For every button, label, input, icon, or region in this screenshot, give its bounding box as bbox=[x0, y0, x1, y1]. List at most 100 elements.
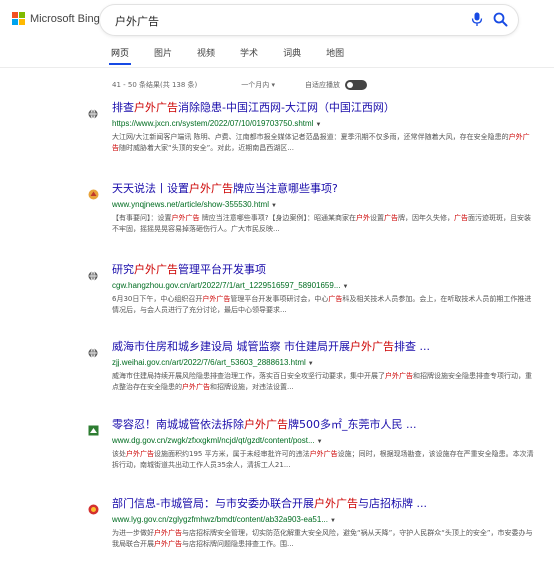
result-snippet: 该处户外广告设施面积约195 平方米，属于未经审批许可的违法户外广告设施；同时，… bbox=[112, 449, 534, 471]
title-text: 研究 bbox=[112, 263, 134, 276]
result-url[interactable]: www.dg.gov.cn/zwgk/zfxxgkml/ncjd/qt/gzdt… bbox=[112, 436, 534, 445]
snippet-text: 设施面积约195 平方米，属于未经审批许可的违法 bbox=[154, 450, 310, 458]
snippet-highlight: 户外广告 bbox=[154, 540, 182, 548]
result-count: 41 - 50 条结果(共 138 条) bbox=[112, 81, 198, 89]
caret-down-icon[interactable]: ▼ bbox=[342, 284, 348, 290]
snippet-highlight: 户外广告 bbox=[309, 450, 338, 458]
snippet-text: 该处 bbox=[112, 450, 126, 458]
result-url[interactable]: https://www.jxcn.cn/system/2022/07/10/01… bbox=[112, 119, 534, 128]
search-result: 零容忍！南城城管依法拆除户外广告牌500多㎡_东莞市人民 ... www.dg.… bbox=[88, 418, 534, 471]
title-highlight: 户外广告 bbox=[134, 101, 178, 114]
snippet-highlight: 户外广告 bbox=[385, 372, 413, 380]
title-text: 牌应当注意哪些事项? bbox=[233, 182, 338, 195]
results-toolbar: 41 - 50 条结果(共 138 条) 一个月内 ▾ 自适应播放 bbox=[112, 80, 368, 90]
result-title-link[interactable]: 天天说法丨设置户外广告牌应当注意哪些事项? bbox=[112, 182, 534, 196]
url-text: cgw.hangzhou.gov.cn/art/2022/7/1/art_122… bbox=[112, 281, 341, 290]
search-input[interactable]: 户外广告 bbox=[115, 13, 159, 29]
search-box[interactable]: 户外广告 bbox=[100, 5, 518, 35]
title-text: 消除隐患-中国江西网-大江网（中国江西网） bbox=[178, 101, 395, 114]
snippet-text: 牌，因年久失修， bbox=[397, 214, 454, 222]
result-title-link[interactable]: 威海市住房和城乡建设局 城管监察 市住建局开展户外广告排查 ... bbox=[112, 340, 534, 354]
caret-down-icon[interactable]: ▼ bbox=[317, 439, 323, 445]
caret-down-icon[interactable]: ▼ bbox=[330, 518, 336, 524]
result-title-link[interactable]: 零容忍！南城城管依法拆除户外广告牌500多㎡_东莞市人民 ... bbox=[112, 418, 534, 432]
result-url[interactable]: www.ynqjnews.net/article/show-355530.htm… bbox=[112, 200, 534, 209]
title-text: 排查 bbox=[112, 101, 134, 114]
title-text: 威海市住房和城乡建设局 城管监察 市住建局开展 bbox=[112, 340, 350, 353]
search-result: 天天说法丨设置户外广告牌应当注意哪些事项? www.ynqjnews.net/a… bbox=[88, 182, 534, 235]
search-icon[interactable] bbox=[493, 12, 508, 31]
globe-icon bbox=[88, 343, 98, 358]
result-url[interactable]: zjj.weihai.gov.cn/art/2022/7/6/art_53603… bbox=[112, 358, 534, 367]
snippet-text: 管理平台开发事项研讨会，中心 bbox=[230, 295, 329, 303]
microphone-icon[interactable] bbox=[471, 12, 483, 31]
globe-icon bbox=[88, 266, 98, 281]
snippet-highlight: 户外广告 bbox=[126, 450, 154, 458]
title-text: 天天说法丨设置 bbox=[112, 182, 189, 195]
title-text: 管理平台开发事项 bbox=[178, 263, 266, 276]
url-text: https://www.jxcn.cn/system/2022/07/10/01… bbox=[112, 119, 314, 128]
result-snippet: 为进一步做好户外广告与店招标牌安全管理，切实防范化解重大安全风险，避免“祸从天降… bbox=[112, 528, 534, 550]
caret-down-icon[interactable]: ▼ bbox=[271, 203, 277, 209]
snippet-text: 和招牌设施，对违法设置... bbox=[210, 383, 294, 391]
header: Microsoft Bing 户外广告 网页 图片 视频 学术 词典 地图 bbox=[0, 0, 554, 70]
search-result: 部门信息-市城管局：与市安委办联合开展户外广告与店招标牌 ... www.lyg… bbox=[88, 497, 534, 550]
nav-tabs: 网页 图片 视频 学术 词典 地图 bbox=[108, 46, 369, 65]
caret-down-icon[interactable]: ▼ bbox=[315, 122, 321, 128]
snippet-text: 威海市住建局持续开展风险隐患排查治理工作，落实百日安全攻坚行动要求，集中开展了 bbox=[112, 372, 385, 380]
title-text: 牌500多㎡_东莞市人民 ... bbox=[288, 418, 417, 431]
tab-videos[interactable]: 视频 bbox=[197, 46, 215, 65]
site-icon bbox=[88, 421, 99, 436]
result-snippet: 大江网/大江新闻客户端讯 陈明、卢费、江南都市报全媒体记者范晶报道：夏季汛期不仅… bbox=[112, 132, 534, 154]
result-snippet: 6月30日下午，中心组织召开户外广告管理平台开发事项研讨会，中心广告科及相关技术… bbox=[112, 294, 534, 316]
logo-text: Microsoft Bing bbox=[30, 12, 100, 25]
tab-web[interactable]: 网页 bbox=[108, 46, 132, 65]
result-url[interactable]: cgw.hangzhou.gov.cn/art/2022/7/1/art_122… bbox=[112, 281, 534, 290]
snippet-text: 【有事要问】：设置 bbox=[112, 214, 172, 222]
result-title-link[interactable]: 排查户外广告消除隐患-中国江西网-大江网（中国江西网） bbox=[112, 101, 534, 115]
emblem-icon bbox=[88, 500, 99, 515]
tab-maps[interactable]: 地图 bbox=[326, 46, 344, 65]
snippet-text: 与店招标牌问题隐患排查工作。围... bbox=[182, 540, 294, 548]
title-highlight: 户外广告 bbox=[134, 263, 178, 276]
site-icon bbox=[88, 185, 99, 200]
snippet-text: 牌应当注意哪些事项?【身边案例】：昭通某商家在 bbox=[199, 214, 356, 222]
result-title-link[interactable]: 部门信息-市城管局：与市安委办联合开展户外广告与店招标牌 ... bbox=[112, 497, 534, 511]
title-text: 零容忍！南城城管依法拆除 bbox=[112, 418, 244, 431]
caret-down-icon[interactable]: ▼ bbox=[308, 361, 314, 367]
title-highlight: 户外广告 bbox=[244, 418, 288, 431]
autoplay-toggle[interactable] bbox=[345, 80, 368, 90]
snippet-highlight: 广告 bbox=[328, 295, 343, 303]
time-filter-dropdown[interactable]: 一个月内 ▾ bbox=[241, 80, 275, 90]
snippet-highlight: 广告 bbox=[453, 214, 468, 222]
result-url[interactable]: www.lyg.gov.cn/zglygzfmhwz/bmdt/content/… bbox=[112, 515, 534, 524]
url-text: www.ynqjnews.net/article/show-355530.htm… bbox=[112, 200, 269, 209]
result-snippet: 【有事要问】：设置户外广告 牌应当注意哪些事项?【身边案例】：昭通某商家在户外设… bbox=[112, 213, 534, 235]
result-snippet: 威海市住建局持续开展风险隐患排查治理工作，落实百日安全攻坚行动要求，集中开展了户… bbox=[112, 371, 534, 393]
url-text: www.lyg.gov.cn/zglygzfmhwz/bmdt/content/… bbox=[112, 515, 328, 524]
title-text: 部门信息-市城管局：与市安委办联合开展 bbox=[112, 497, 314, 510]
search-result: 研究户外广告管理平台开发事项 cgw.hangzhou.gov.cn/art/2… bbox=[88, 263, 534, 316]
tab-images[interactable]: 图片 bbox=[154, 46, 172, 65]
snippet-highlight: 户外 bbox=[355, 214, 370, 222]
autoplay-label: 自适应播放 bbox=[305, 81, 341, 89]
search-result: 威海市住房和城乡建设局 城管监察 市住建局开展户外广告排查 ... zjj.we… bbox=[88, 340, 534, 393]
title-highlight: 户外广告 bbox=[189, 182, 233, 195]
tab-academic[interactable]: 学术 bbox=[240, 46, 258, 65]
tab-dictionary[interactable]: 词典 bbox=[283, 46, 301, 65]
snippet-text: 6月30日下午，中心组织召开 bbox=[112, 295, 203, 303]
snippet-highlight: 户外广告 bbox=[202, 295, 231, 303]
snippet-highlight: 户外广告 bbox=[154, 529, 182, 537]
header-divider bbox=[0, 67, 554, 68]
snippet-text: 随时威胁着大家“头顶的安全”。对此，近期南昌西湖区... bbox=[119, 144, 294, 152]
result-title-link[interactable]: 研究户外广告管理平台开发事项 bbox=[112, 263, 534, 277]
snippet-text: 大江网/大江新闻客户端讯 陈明、卢费、江南都市报全媒体记者范晶报道：夏季汛期不仅… bbox=[112, 133, 509, 141]
title-text: 排查 ... bbox=[394, 340, 430, 353]
snippet-highlight: 广告 bbox=[383, 214, 398, 222]
bing-logo[interactable]: Microsoft Bing bbox=[12, 12, 100, 25]
title-highlight: 户外广告 bbox=[313, 497, 358, 510]
title-highlight: 户外广告 bbox=[350, 340, 394, 353]
url-text: zjj.weihai.gov.cn/art/2022/7/6/art_53603… bbox=[112, 358, 306, 367]
globe-icon bbox=[88, 104, 98, 119]
snippet-highlight: 户外广告 bbox=[182, 383, 210, 391]
